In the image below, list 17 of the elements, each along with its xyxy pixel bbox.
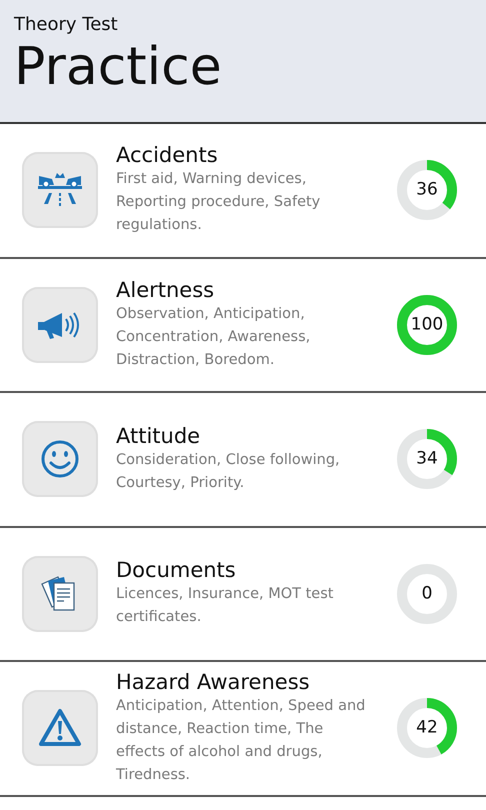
page-title: Practice bbox=[14, 36, 223, 98]
progress-ring bbox=[396, 562, 458, 625]
topic-title[interactable]: Documents bbox=[116, 558, 372, 584]
app-title: Theory Test bbox=[14, 14, 119, 36]
score-value: 42 bbox=[416, 716, 438, 740]
score-value: 0 bbox=[422, 582, 432, 605]
topic-description: First aid, Warning devices, Reporting procedure, Safety regulations. bbox=[116, 170, 322, 236]
topic-title[interactable]: Alertness bbox=[116, 278, 372, 303]
topic-title[interactable]: Accidents bbox=[116, 143, 372, 168]
topic-description: Consideration, Close following, Courtesy, Priority. bbox=[116, 450, 341, 493]
topic-title[interactable]: Hazard Awareness bbox=[116, 670, 372, 695]
score-value: 36 bbox=[416, 178, 438, 202]
topic-title[interactable]: Attitude bbox=[116, 424, 372, 449]
score-value: 34 bbox=[416, 448, 438, 470]
topic-description: Observation, Anticipation, Concentration, Awareness, Distraction, Boredom. bbox=[116, 304, 312, 370]
topic-description: Anticipation, Attention, Speed and distance, Reaction time, The effects of alcohol and drugs, Tiredness. bbox=[116, 696, 366, 785]
topic-description: Licences, Insurance, MOT test certificates. bbox=[116, 585, 334, 628]
